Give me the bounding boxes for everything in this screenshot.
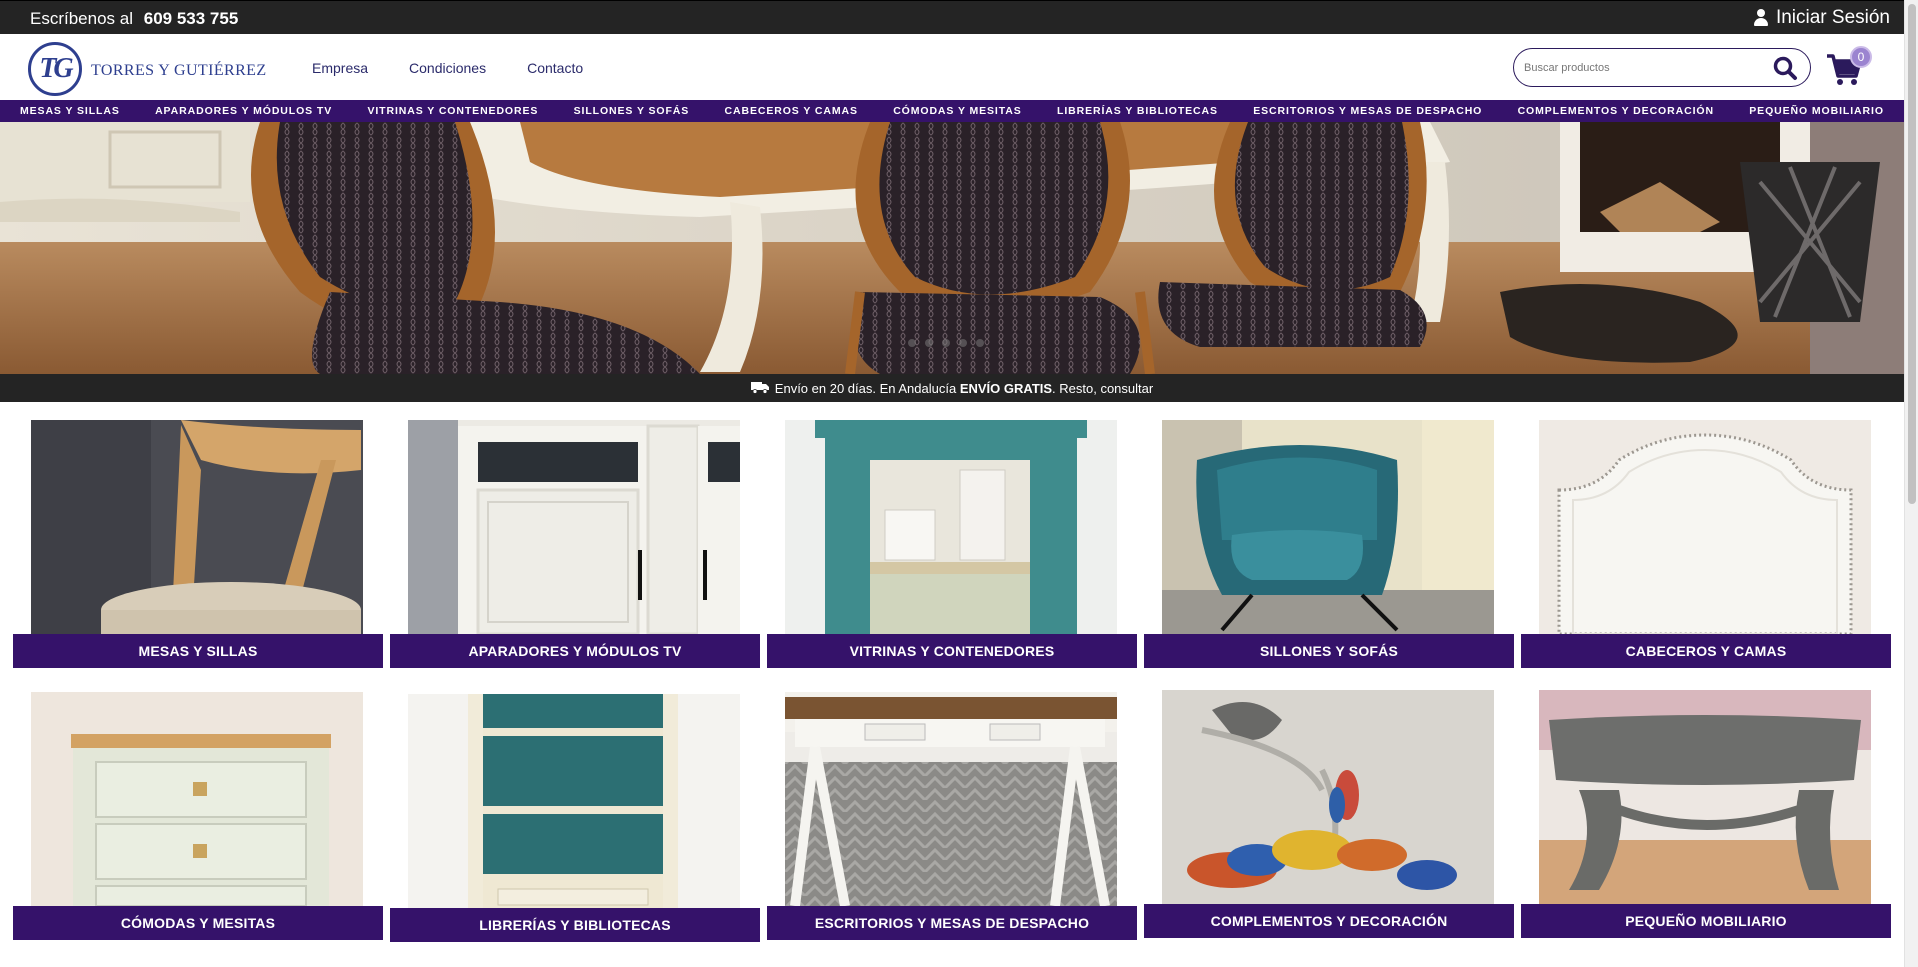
category-card-aparadores[interactable]: APARADORES Y MÓDULOS TV	[390, 420, 760, 668]
catnav-aparadores[interactable]: APARADORES Y MÓDULOS TV	[155, 105, 332, 117]
catnav-comodas[interactable]: CÓMODAS Y MESITAS	[893, 105, 1021, 117]
category-card-escritorios[interactable]: ESCRITORIOS Y MESAS DE DESPACHO	[767, 692, 1137, 940]
category-card-complementos[interactable]: COMPLEMENTOS Y DECORACIÓN	[1144, 690, 1514, 938]
catnav-complementos[interactable]: COMPLEMENTOS Y DECORACIÓN	[1518, 105, 1714, 117]
catnav-sillones[interactable]: SILLONES Y SOFÁS	[574, 105, 690, 117]
category-card-vitrinas[interactable]: VITRINAS Y CONTENEDORES	[767, 420, 1137, 668]
scrollbar-thumb[interactable]	[1908, 4, 1916, 504]
contact-phone: Escríbenos al 609 533 755	[30, 9, 238, 29]
cart-button[interactable]: 0	[1825, 44, 1872, 88]
category-nav: MESAS Y SILLAS APARADORES Y MÓDULOS TV V…	[0, 100, 1904, 122]
category-label: APARADORES Y MÓDULOS TV	[390, 634, 760, 668]
hero-banner[interactable]	[0, 122, 1904, 374]
cart-count-badge: 0	[1850, 46, 1872, 68]
category-label: VITRINAS Y CONTENEDORES	[767, 634, 1137, 668]
category-image	[785, 692, 1117, 906]
slider-dot[interactable]	[942, 339, 950, 347]
category-label: CABECEROS Y CAMAS	[1521, 634, 1891, 668]
category-label: MESAS Y SILLAS	[13, 634, 383, 668]
shipping-free-highlight: ENVÍO GRATIS	[959, 380, 1053, 396]
category-image	[408, 694, 740, 908]
category-image	[31, 692, 363, 906]
category-image	[31, 420, 363, 634]
login-label: Iniciar Sesión	[1775, 7, 1890, 28]
search-input[interactable]	[1524, 57, 1754, 79]
category-image	[1162, 420, 1494, 634]
phone-number[interactable]: 609 533 755	[144, 9, 239, 28]
brand-logo[interactable]: TG TORRES Y GUTIÉRREZ	[28, 42, 267, 96]
category-image	[785, 420, 1117, 634]
category-image	[408, 420, 740, 634]
shipping-info-bar: Envío en 20 días. En Andalucía ENVÍO GRA…	[0, 374, 1904, 402]
catnav-escritorios[interactable]: ESCRITORIOS Y MESAS DE DESPACHO	[1253, 105, 1482, 117]
category-label: ESCRITORIOS Y MESAS DE DESPACHO	[767, 906, 1137, 940]
slider-dot[interactable]	[908, 339, 916, 347]
slider-dot[interactable]	[976, 339, 984, 347]
catnav-pequeno-mobiliario[interactable]: PEQUEÑO MOBILIARIO	[1749, 105, 1884, 117]
shipping-suffix: . Resto, consultar	[1052, 380, 1154, 396]
category-image	[1539, 420, 1871, 634]
page-scrollbar[interactable]	[1904, 0, 1918, 967]
shipping-text: Envío en 20 días. En Andalucía ENVÍO GRA…	[775, 381, 1153, 396]
header-nav: Empresa Condiciones Contacto	[312, 60, 624, 76]
category-card-librerias[interactable]: LIBRERÍAS Y BIBLIOTECAS	[390, 694, 760, 942]
catnav-cabeceros[interactable]: CABECEROS Y CAMAS	[725, 105, 858, 117]
phone-prefix: Escríbenos al	[30, 9, 133, 28]
nav-contacto[interactable]: Contacto	[527, 60, 583, 76]
slider-dot[interactable]	[925, 339, 933, 347]
category-image	[1162, 690, 1494, 904]
search-box	[1513, 48, 1811, 87]
login-link[interactable]: Iniciar Sesión	[1753, 7, 1890, 29]
catnav-mesas-sillas[interactable]: MESAS Y SILLAS	[20, 105, 120, 117]
user-icon	[1753, 9, 1768, 27]
slider-dot[interactable]	[959, 339, 967, 347]
shipping-prefix: Envío en 20 días. En Andalucía	[774, 380, 960, 396]
top-bar: Escríbenos al 609 533 755 Iniciar Sesión	[0, 0, 1904, 34]
header: TG TORRES Y GUTIÉRREZ Empresa Condicione…	[0, 34, 1904, 100]
truck-icon	[750, 382, 769, 394]
brand-name: TORRES Y GUTIÉRREZ	[91, 61, 267, 79]
logo-emblem: TG	[28, 42, 82, 96]
category-card-comodas[interactable]: CÓMODAS Y MESITAS	[13, 692, 383, 940]
category-card-mesas-sillas[interactable]: MESAS Y SILLAS	[13, 420, 383, 668]
category-image	[1539, 690, 1871, 904]
category-card-sillones[interactable]: SILLONES Y SOFÁS	[1144, 420, 1514, 668]
catnav-vitrinas[interactable]: VITRINAS Y CONTENEDORES	[367, 105, 538, 117]
category-label: COMPLEMENTOS Y DECORACIÓN	[1144, 904, 1514, 938]
catnav-librerias[interactable]: LIBRERÍAS Y BIBLIOTECAS	[1057, 105, 1218, 117]
category-label: LIBRERÍAS Y BIBLIOTECAS	[390, 908, 760, 942]
nav-empresa[interactable]: Empresa	[312, 60, 368, 76]
slider-dots	[908, 339, 984, 347]
nav-condiciones[interactable]: Condiciones	[409, 60, 486, 76]
hero-image	[0, 122, 1904, 374]
category-label: SILLONES Y SOFÁS	[1144, 634, 1514, 668]
category-card-pequeno-mobiliario[interactable]: PEQUEÑO MOBILIARIO	[1521, 690, 1891, 938]
category-card-cabeceros[interactable]: CABECEROS Y CAMAS	[1521, 420, 1891, 668]
search-icon[interactable]	[1772, 55, 1798, 81]
category-label: PEQUEÑO MOBILIARIO	[1521, 904, 1891, 938]
category-label: CÓMODAS Y MESITAS	[13, 906, 383, 940]
